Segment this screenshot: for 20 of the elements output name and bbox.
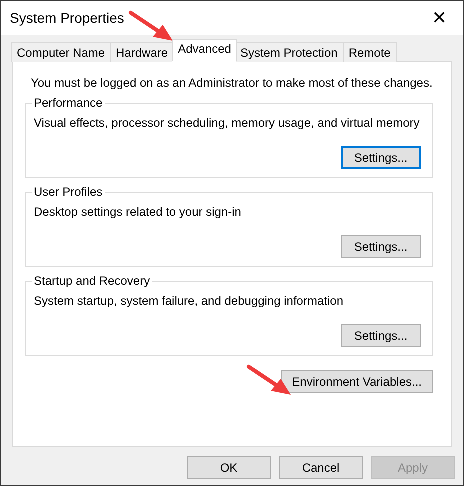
- group-description: Desktop settings related to your sign-in: [34, 204, 242, 221]
- group-description: Visual effects, processor scheduling, memory usage, and virtual memory: [34, 115, 421, 132]
- settings-button[interactable]: Settings...: [341, 235, 421, 258]
- settings-button[interactable]: Settings...: [341, 146, 421, 169]
- group-description: System startup, system failure, and debugging information: [34, 293, 344, 310]
- group-title: Startup and Recovery: [33, 273, 152, 290]
- tab[interactable]: Remote: [342, 42, 397, 62]
- tab[interactable]: Advanced: [172, 39, 238, 62]
- tab[interactable]: Computer Name: [11, 42, 112, 62]
- notice-text: You must be logged on as an Administrator to make most of these changes.: [30, 75, 434, 92]
- settings-button[interactable]: Settings...: [341, 324, 421, 347]
- environment-variables-button[interactable]: Environment Variables...: [281, 370, 433, 393]
- tab[interactable]: Hardware: [110, 42, 174, 62]
- close-button[interactable]: ✕: [428, 9, 451, 27]
- tab[interactable]: System Protection: [234, 42, 344, 62]
- group-title: Performance: [33, 95, 104, 112]
- window-title: System Properties: [10, 8, 124, 28]
- ok-button[interactable]: OK: [187, 456, 271, 479]
- cancel-button[interactable]: Cancel: [279, 456, 363, 479]
- group-title: User Profiles: [33, 184, 104, 201]
